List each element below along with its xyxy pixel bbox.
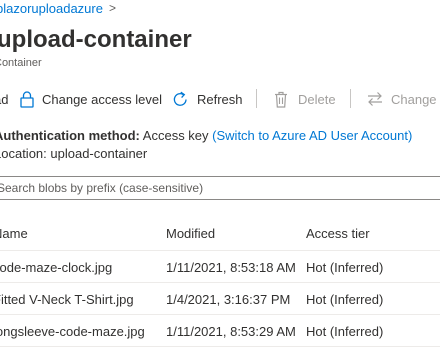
blob-access-tier: Hot (Inferred) (306, 260, 384, 275)
lock-icon (20, 90, 34, 108)
page-title: upload-container (0, 26, 192, 53)
change-tier-button[interactable]: Change tier (367, 87, 440, 111)
blob-name-link[interactable]: Fitted V-Neck T-Shirt.jpg (0, 292, 134, 307)
authentication-method: Authentication method: Access key (Switc… (0, 128, 412, 143)
blob-name-link[interactable]: code-maze-clock.jpg (0, 260, 112, 275)
blob-search-box (0, 176, 440, 200)
storage-container-blade: blazoruploadazure > upload-container Con… (0, 0, 440, 350)
toolbar-divider (256, 89, 257, 108)
location-label: Location: (0, 146, 47, 161)
location-value: upload-container (50, 146, 148, 161)
table-header: Name Modified Access tier (0, 216, 440, 251)
trash-icon (274, 91, 288, 108)
auth-method-value: Access key (142, 128, 209, 143)
blob-prefix-search-input[interactable] (0, 177, 397, 199)
blob-access-tier: Hot (Inferred) (306, 292, 384, 307)
blob-name-link[interactable]: longsleeve-code-maze.jpg (0, 324, 145, 339)
page-subtitle: Container (0, 57, 42, 69)
toolbar-divider (350, 89, 351, 108)
breadcrumb-storage-account[interactable]: blazoruploadazure (0, 1, 103, 16)
change-access-level-label: Change access level (42, 91, 162, 107)
refresh-icon (172, 91, 189, 108)
column-header-name[interactable]: Name (0, 226, 28, 241)
delete-button[interactable]: Delete (274, 87, 336, 111)
command-bar: ad Change access level Refresh (0, 87, 440, 111)
blob-modified: 1/11/2021, 8:53:29 AM (166, 324, 296, 339)
refresh-button[interactable]: Refresh (172, 87, 243, 111)
table-row[interactable]: longsleeve-code-maze.jpg 1/11/2021, 8:53… (0, 315, 440, 347)
change-access-level-button[interactable]: Change access level (20, 87, 162, 111)
upload-button[interactable]: ad (0, 87, 8, 111)
column-header-access-tier[interactable]: Access tier (306, 226, 370, 241)
blob-modified: 1/4/2021, 3:16:37 PM (166, 292, 291, 307)
table-row[interactable]: code-maze-clock.jpg 1/11/2021, 8:53:18 A… (0, 251, 440, 283)
refresh-label: Refresh (197, 91, 243, 107)
swap-arrows-icon (367, 91, 383, 107)
delete-label: Delete (298, 91, 336, 107)
auth-method-label: Authentication method: (0, 128, 140, 143)
blob-modified: 1/11/2021, 8:53:18 AM (166, 260, 296, 275)
change-tier-label: Change tier (391, 91, 440, 107)
upload-label: ad (0, 91, 9, 107)
column-header-modified[interactable]: Modified (166, 226, 215, 241)
location-line: Location: upload-container (0, 146, 147, 161)
breadcrumb-separator: > (108, 1, 116, 15)
breadcrumb: blazoruploadazure > (0, 0, 116, 16)
table-row[interactable]: Fitted V-Neck T-Shirt.jpg 1/4/2021, 3:16… (0, 283, 440, 315)
blob-access-tier: Hot (Inferred) (306, 324, 384, 339)
blob-table: Name Modified Access tier code-maze-cloc… (0, 216, 440, 347)
switch-auth-link[interactable]: (Switch to Azure AD User Account) (212, 128, 412, 143)
